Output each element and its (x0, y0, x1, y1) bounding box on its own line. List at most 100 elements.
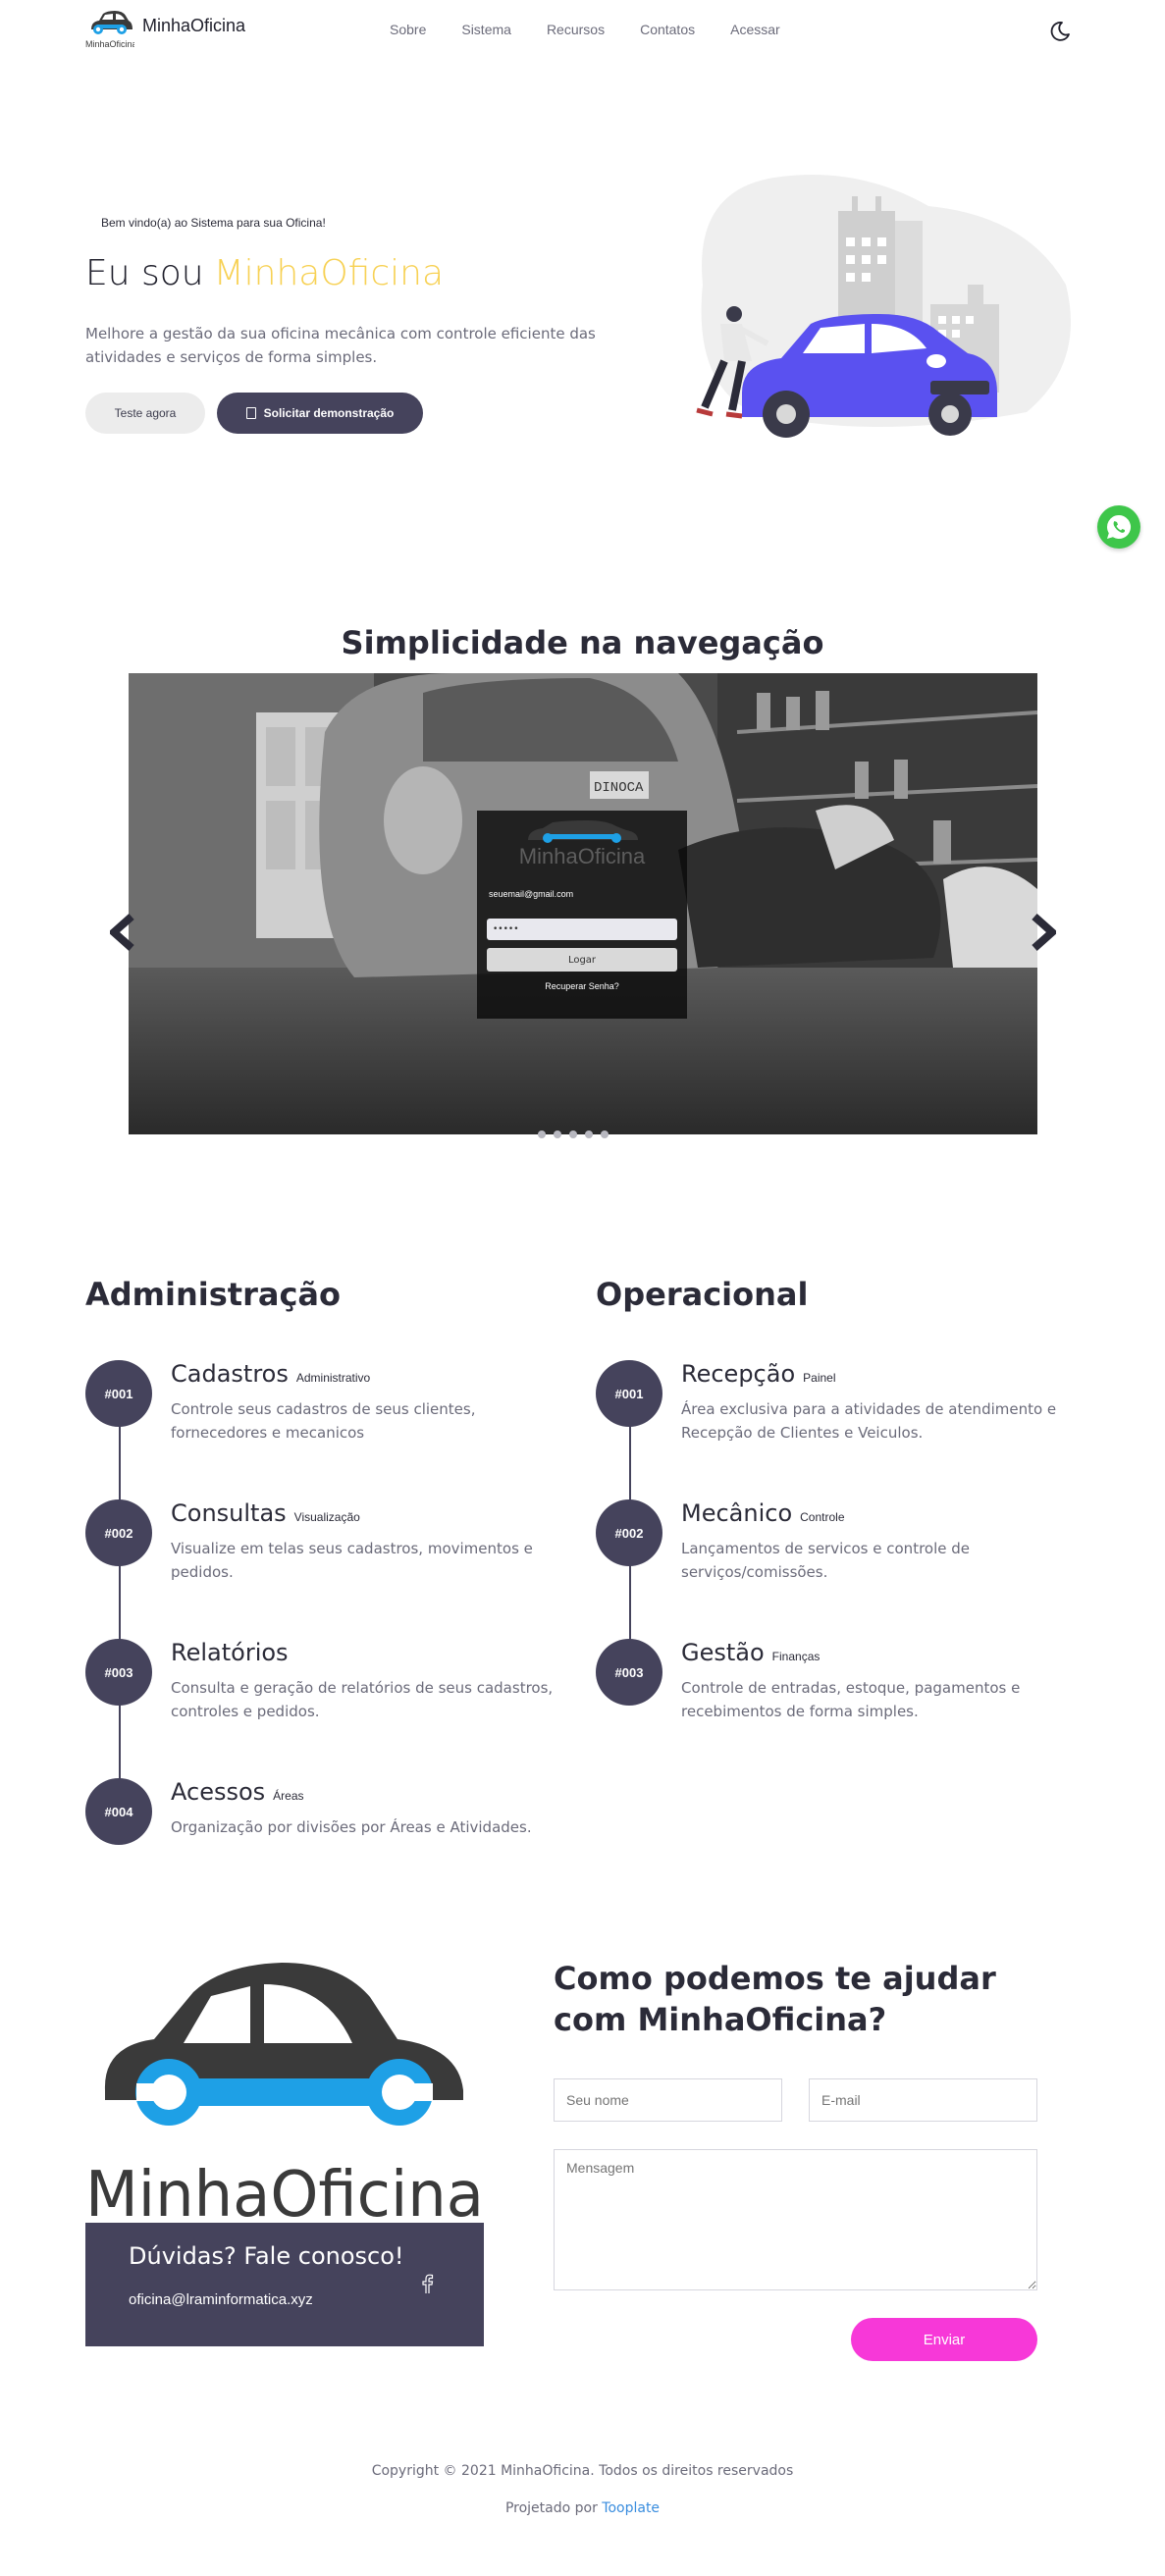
tooplate-link[interactable]: Tooplate (602, 2500, 660, 2516)
email-field[interactable] (809, 2078, 1037, 2122)
footer-copyright: Copyright © 2021 MinhaOficina. Todos os … (371, 2463, 794, 2479)
admin-item-acessos: #004 Acessos Áreas Organização por divisõ… (85, 1778, 547, 1876)
timeline-number: #003 (85, 1639, 152, 1706)
admin-item-cadastros: #001 Cadastros Administrativo Controle se… (85, 1360, 547, 1458)
timeline-tag: Áreas (273, 1789, 304, 1803)
oper-title: Operacional (596, 1276, 809, 1313)
carousel-indicators (538, 1130, 609, 1138)
dark-mode-moon-icon[interactable] (1048, 20, 1072, 43)
timeline-description: Lançamentos de servicos e controle de se… (681, 1540, 971, 1581)
request-demo-button[interactable]: Solicitar demonstração (217, 393, 423, 434)
hero-welcome-badge: Bem vindo(a) ao Sistema para sua Oficina… (101, 216, 326, 230)
timeline-number: #002 (596, 1499, 662, 1566)
timeline-heading: Consultas Visualização (171, 1499, 360, 1527)
message-field[interactable] (554, 2149, 1037, 2290)
try-now-button[interactable]: Teste agora (85, 393, 205, 434)
timeline-tag: Administrativo (295, 1371, 371, 1385)
svg-text:MinhaOficina: MinhaOficina (85, 2159, 484, 2223)
carousel-dot[interactable] (569, 1130, 577, 1138)
login-password-field[interactable]: ••••• (487, 919, 677, 940)
carousel-prev-arrow-icon[interactable] (107, 913, 135, 952)
timeline-title: Recepção (681, 1360, 796, 1388)
timeline-number: #001 (596, 1360, 662, 1427)
login-panel: MinhaOficina seuemail@gmail.com ••••• Lo… (477, 811, 687, 1019)
oper-item-recepcao: #001 Recepção Painel Área exclusiva para … (596, 1360, 1057, 1458)
login-logo: MinhaOficina (477, 818, 687, 869)
contact-form-title: Como podemos te ajudar com MinhaOficina? (554, 1960, 996, 2038)
hero-illustration (673, 167, 1086, 471)
hero-description: Melhore a gestão da sua oficina mecânica… (85, 325, 596, 366)
oper-item-mecanico: #002 Mecânico Controle Lançamentos de ser… (596, 1499, 1057, 1598)
timeline-number: #003 (596, 1639, 662, 1706)
carousel-dot[interactable] (554, 1130, 561, 1138)
contact-email[interactable]: oficina@lraminformatica.xyz (129, 2291, 313, 2308)
hero-title-prefix: Eu sou (85, 253, 204, 293)
timeline-title: Cadastros (171, 1360, 289, 1388)
hero-title-accent: MinhaOficina (213, 253, 445, 293)
login-button[interactable]: Logar (487, 948, 677, 972)
document-icon (245, 407, 256, 419)
brand-name[interactable]: MinhaOficina (142, 16, 245, 36)
timeline-number: #004 (85, 1778, 152, 1845)
carousel-section-title: Simplicidade na navegação (341, 624, 824, 661)
timeline-heading: Mecânico Controle (681, 1499, 845, 1527)
timeline-tag: Painel (803, 1371, 836, 1385)
timeline-description: Área exclusiva para a atividades de aten… (681, 1400, 1057, 1442)
timeline-heading: Gestão Finanças (681, 1639, 820, 1666)
footer-designed-by: Projetado por Tooplate (0, 2500, 1165, 2516)
brand-car-logo-icon: MinhaOficina (85, 8, 137, 51)
nav-link-sobre[interactable]: Sobre (390, 22, 426, 37)
timeline-title: Mecânico (681, 1499, 793, 1527)
carousel-dot[interactable] (538, 1130, 546, 1138)
timeline-title: Relatórios (171, 1639, 289, 1666)
login-email-field[interactable]: seuemail@gmail.com (489, 889, 675, 903)
timeline-heading: Acessos Áreas (171, 1778, 304, 1806)
nav-link-recursos[interactable]: Recursos (547, 22, 605, 37)
oper-item-gestao: #003 Gestão Finanças Controle de entradas… (596, 1639, 1057, 1737)
timeline-tag: Controle (800, 1510, 845, 1524)
timeline-tag: Visualização (293, 1510, 360, 1524)
admin-item-relatorios: #003 Relatórios Consulta e geração de re… (85, 1639, 553, 1737)
svg-text:MinhaOficina: MinhaOficina (85, 39, 134, 49)
contact-card: Dúvidas? Fale conosco! oficina@lraminfor… (85, 2223, 484, 2346)
timeline-number: #001 (85, 1360, 152, 1427)
timeline-description: Visualize em telas seus cadastros, movim… (171, 1540, 533, 1581)
timeline-heading: Recepção Painel (681, 1360, 836, 1388)
contact-brand-logo: MinhaOficina (85, 1953, 484, 2232)
timeline-heading: Cadastros Administrativo (171, 1360, 370, 1388)
timeline-heading: Relatórios (171, 1639, 289, 1666)
login-logo-text: MinhaOficina (518, 844, 646, 868)
contact-question: Dúvidas? Fale conosco! (129, 2242, 404, 2270)
admin-title: Administração (85, 1276, 341, 1313)
svg-text:DINOCA: DINOCA (594, 780, 644, 796)
request-demo-label: Solicitar demonstração (263, 406, 395, 420)
brand[interactable]: MinhaOficina MinhaOficina (85, 8, 245, 51)
timeline-description: Organização por divisões por Áreas e Ati… (171, 1818, 532, 1836)
timeline-title: Consultas (171, 1499, 287, 1527)
timeline-title: Acessos (171, 1778, 266, 1806)
top-navbar: MinhaOficina MinhaOficina Sobre Sistema … (0, 0, 1165, 63)
timeline-number: #002 (85, 1499, 152, 1566)
timeline-tag: Finanças (771, 1650, 821, 1663)
whatsapp-icon (1107, 514, 1132, 539)
nav-links: Sobre Sistema Recursos Contatos Acessar (390, 22, 816, 37)
name-field[interactable] (554, 2078, 782, 2122)
footer-designed-prefix: Projetado por (504, 2500, 603, 2516)
whatsapp-button[interactable] (1097, 505, 1140, 549)
screenshot-carousel[interactable]: DINOCA MinhaOficina seuemail@gmail.com •… (129, 673, 1037, 1134)
timeline-description: Consulta e geração de relatórios de seus… (171, 1679, 554, 1720)
timeline-description: Controle seus cadastros de seus clientes… (171, 1400, 476, 1442)
nav-link-acessar[interactable]: Acessar (730, 22, 780, 37)
admin-item-consultas: #002 Consultas Visualização Visualize em … (85, 1499, 547, 1598)
nav-link-contatos[interactable]: Contatos (640, 22, 695, 37)
recover-password-link[interactable]: Recuperar Senha? (477, 981, 687, 991)
hero-title: Eu sou MinhaOficina (85, 253, 444, 293)
send-button[interactable]: Enviar (851, 2318, 1037, 2361)
facebook-icon[interactable] (420, 2274, 434, 2293)
carousel-dot[interactable] (601, 1130, 609, 1138)
timeline-title: Gestão (681, 1639, 765, 1666)
nav-link-sistema[interactable]: Sistema (461, 22, 511, 37)
carousel-next-arrow-icon[interactable] (1031, 913, 1059, 952)
timeline-description: Controle de entradas, estoque, pagamento… (681, 1679, 1021, 1720)
carousel-dot[interactable] (585, 1130, 593, 1138)
